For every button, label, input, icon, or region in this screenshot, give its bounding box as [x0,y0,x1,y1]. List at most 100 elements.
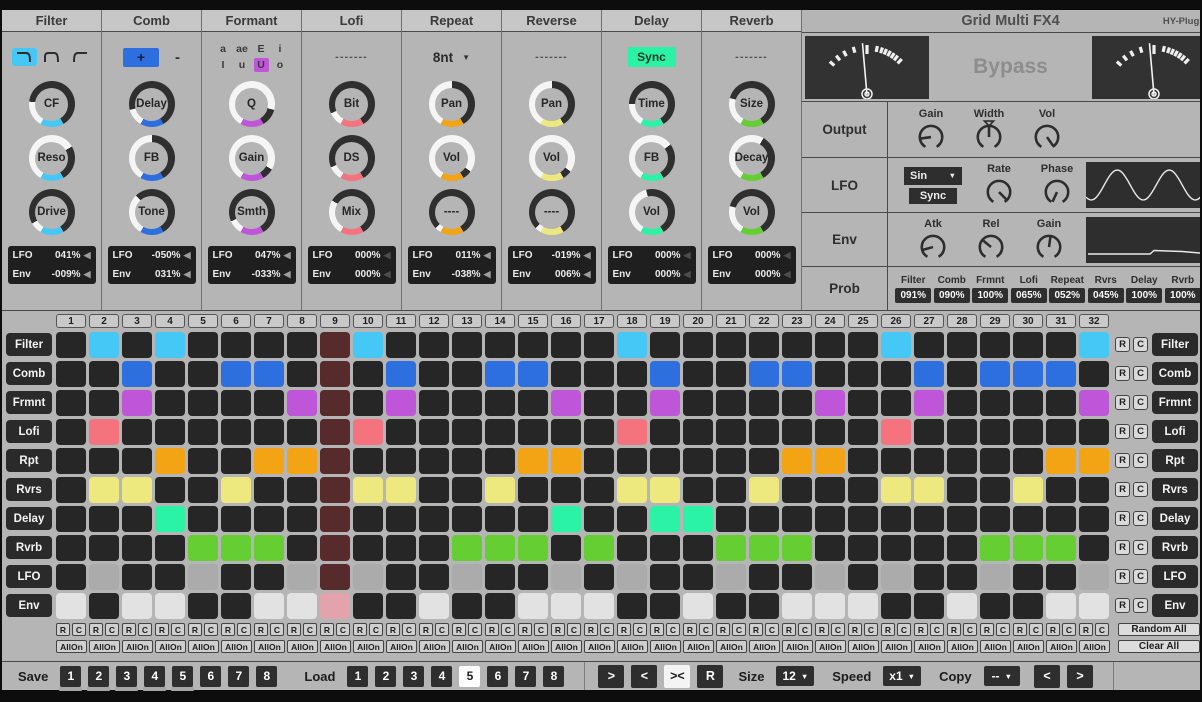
column-clear-button-6[interactable]: C [237,623,251,636]
row-random-button-delay[interactable]: R [1115,511,1130,526]
mod-drag-icon[interactable]: ◀ [184,269,191,280]
grid-cell-rvrs-1[interactable] [56,477,86,503]
column-clear-button-13[interactable]: C [468,623,482,636]
grid-cell-rvrb-15[interactable] [518,535,548,561]
column-clear-button-20[interactable]: C [699,623,713,636]
column-clear-button-18[interactable]: C [633,623,647,636]
knob-delay[interactable]: Delay [129,81,175,127]
mod-drag-icon[interactable]: ◀ [84,269,91,280]
grid-cell-lofi-22[interactable] [749,419,779,445]
grid-cell-comb-19[interactable] [650,361,680,387]
grid-cell-lofi-17[interactable] [584,419,614,445]
grid-cell-lfo-31[interactable] [1046,564,1076,590]
grid-cell-rvrs-26[interactable] [881,477,911,503]
grid-cell-lfo-4[interactable] [155,564,185,590]
grid-cell-delay-18[interactable] [617,506,647,532]
grid-cell-rpt-1[interactable] [56,448,86,474]
grid-cell-delay-19[interactable] [650,506,680,532]
grid-cell-comb-7[interactable] [254,361,284,387]
grid-cell-rpt-14[interactable] [485,448,515,474]
grid-cell-filter-22[interactable] [749,332,779,358]
step-number-19[interactable]: 19 [650,314,680,328]
lfo-sync-button[interactable]: Sync [909,188,957,204]
lfo-knob-phase[interactable]: Phase [1028,163,1086,207]
column-random-button-15[interactable]: R [518,623,532,636]
grid-cell-rvrb-25[interactable] [848,535,878,561]
mod-drag-icon[interactable]: ◀ [584,269,591,280]
grid-cell-env-13[interactable] [452,593,482,619]
grid-cell-comb-22[interactable] [749,361,779,387]
grid-cell-delay-12[interactable] [419,506,449,532]
knob-pan[interactable]: Pan [429,81,475,127]
row-random-button-rvrb[interactable]: R [1115,540,1130,555]
grid-cell-rvrs-17[interactable] [584,477,614,503]
mod-amount-value[interactable]: 000% [640,250,681,261]
column-allon-button-13[interactable]: AllOn [452,640,483,653]
mod-amount-value[interactable]: 000% [740,269,781,280]
grid-cell-lofi-20[interactable] [683,419,713,445]
grid-cell-rvrb-9[interactable] [320,535,350,561]
grid-cell-env-2[interactable] [89,593,119,619]
grid-cell-rpt-17[interactable] [584,448,614,474]
column-allon-button-3[interactable]: AllOn [122,640,153,653]
mod-drag-icon[interactable]: ◀ [584,250,591,261]
row-clear-button-filter[interactable]: C [1133,337,1148,352]
grid-cell-rvrs-5[interactable] [188,477,218,503]
grid-cell-comb-4[interactable] [155,361,185,387]
step-number-3[interactable]: 3 [122,314,152,328]
grid-cell-filter-14[interactable] [485,332,515,358]
column-allon-button-14[interactable]: AllOn [485,640,516,653]
grid-cell-comb-11[interactable] [386,361,416,387]
step-number-14[interactable]: 14 [485,314,515,328]
mod-amount-value[interactable]: 031% [140,269,181,280]
column-allon-button-12[interactable]: AllOn [419,640,450,653]
mod-amount-value[interactable]: 000% [640,269,681,280]
env-knob-rel[interactable]: Rel [962,218,1020,262]
grid-cell-rpt-24[interactable] [815,448,845,474]
save-slot-6[interactable]: 6 [200,666,221,687]
grid-cell-frmnt-8[interactable] [287,390,317,416]
mod-drag-icon[interactable]: ◀ [784,250,791,261]
grid-cell-rpt-5[interactable] [188,448,218,474]
knob-tone[interactable]: Tone [129,189,175,235]
row-label-right-lofi[interactable]: Lofi [1152,420,1198,443]
grid-cell-rvrs-12[interactable] [419,477,449,503]
grid-cell-rpt-18[interactable] [617,448,647,474]
row-label-right-delay[interactable]: Delay [1152,507,1198,530]
grid-cell-delay-16[interactable] [551,506,581,532]
size-dropdown[interactable]: 12 ▼ [776,666,814,686]
grid-cell-frmnt-19[interactable] [650,390,680,416]
column-random-button-17[interactable]: R [584,623,598,636]
prob-value[interactable]: 052% [1049,288,1085,303]
grid-cell-comb-15[interactable] [518,361,548,387]
grid-cell-filter-12[interactable] [419,332,449,358]
grid-cell-rvrb-28[interactable] [947,535,977,561]
mod-amount-value[interactable]: 000% [340,250,381,261]
column-clear-button-3[interactable]: C [138,623,152,636]
grid-cell-lfo-17[interactable] [584,564,614,590]
grid-cell-rpt-22[interactable] [749,448,779,474]
step-number-23[interactable]: 23 [782,314,812,328]
grid-cell-env-6[interactable] [221,593,251,619]
step-number-7[interactable]: 7 [254,314,284,328]
fx-tab-repeat[interactable]: Repeat [402,10,501,32]
grid-cell-lofi-16[interactable] [551,419,581,445]
grid-cell-lofi-25[interactable] [848,419,878,445]
step-back-button[interactable]: < [631,665,657,688]
column-allon-button-19[interactable]: AllOn [650,640,681,653]
grid-cell-env-32[interactable] [1079,593,1109,619]
grid-cell-delay-22[interactable] [749,506,779,532]
grid-cell-rvrb-10[interactable] [353,535,383,561]
grid-cell-lfo-13[interactable] [452,564,482,590]
grid-cell-lofi-4[interactable] [155,419,185,445]
grid-cell-env-23[interactable] [782,593,812,619]
grid-cell-rvrb-7[interactable] [254,535,284,561]
grid-cell-filter-31[interactable] [1046,332,1076,358]
column-allon-button-21[interactable]: AllOn [716,640,747,653]
row-label-right-env[interactable]: Env [1152,594,1198,617]
knob-drive[interactable]: Drive [29,189,75,235]
column-clear-button-10[interactable]: C [369,623,383,636]
grid-cell-lofi-9[interactable] [320,419,350,445]
column-random-button-9[interactable]: R [320,623,334,636]
column-allon-button-2[interactable]: AllOn [89,640,120,653]
